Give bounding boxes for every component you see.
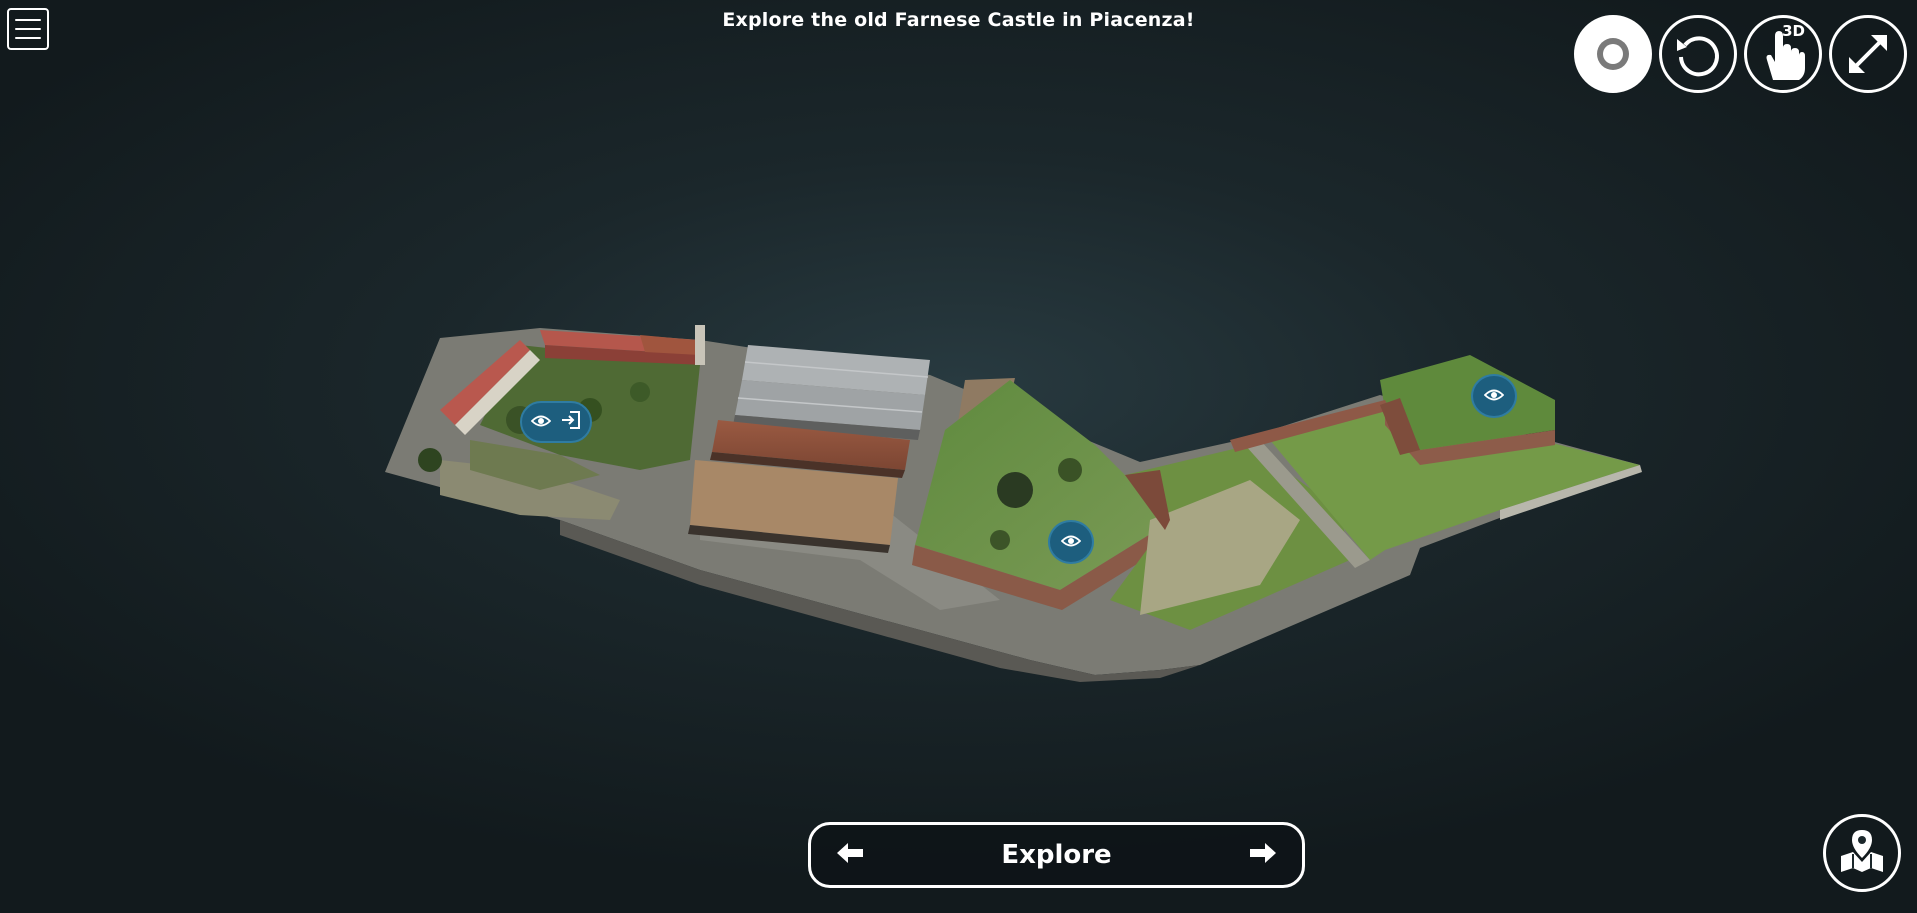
map-pin-icon: [1837, 826, 1887, 880]
fullscreen-button[interactable]: [1829, 15, 1907, 93]
hotspot-central-bastion[interactable]: [1048, 520, 1094, 564]
eye-icon: [1483, 387, 1505, 406]
3d-navigation-button[interactable]: 3D: [1744, 15, 1822, 93]
hotspot-right-bastion[interactable]: [1471, 374, 1517, 418]
hotspot-left-yard[interactable]: [520, 401, 592, 443]
arrow-left-icon: [837, 843, 863, 867]
3d-viewer[interactable]: [0, 0, 1917, 913]
reset-view-icon: [1671, 27, 1725, 81]
previous-button[interactable]: [837, 843, 863, 867]
screenshot-button[interactable]: [1574, 15, 1652, 93]
enter-icon: [561, 411, 581, 433]
top-toolbar: 3D: [1574, 15, 1907, 93]
explore-label: Explore: [1001, 840, 1112, 870]
map-button[interactable]: [1823, 814, 1901, 892]
fullscreen-icon: [1843, 29, 1893, 79]
eye-icon: [530, 413, 552, 432]
eye-icon: [1060, 533, 1082, 552]
3d-badge: 3D: [1782, 22, 1805, 40]
explore-navigation-bar: Explore: [808, 822, 1305, 888]
next-button[interactable]: [1250, 843, 1276, 867]
camera-icon: [1591, 32, 1635, 76]
reset-view-button[interactable]: [1659, 15, 1737, 93]
hamburger-icon-line: [15, 37, 41, 39]
castle-3d-model[interactable]: [0, 0, 1917, 913]
arrow-right-icon: [1250, 843, 1276, 867]
